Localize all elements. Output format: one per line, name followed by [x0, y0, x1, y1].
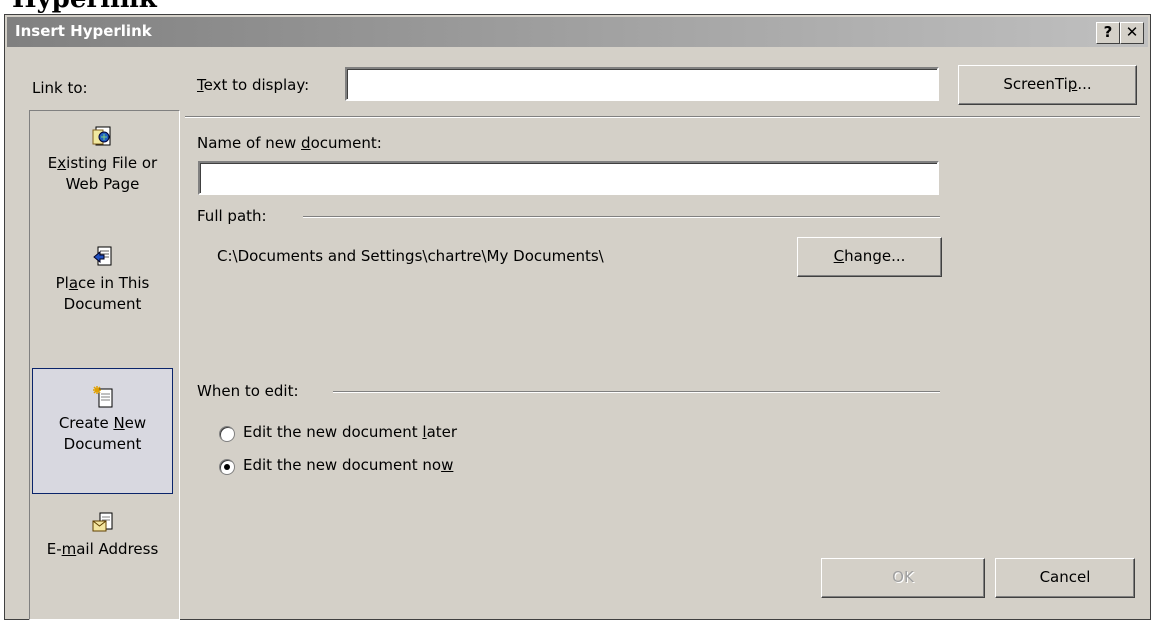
sidebar-item-accesskey: m [61, 540, 77, 558]
when-to-edit-separator [333, 391, 940, 393]
sidebar-item-label: Pl [55, 274, 69, 292]
sidebar-item-label: E [47, 154, 58, 172]
sidebar-item-label: Web Page [65, 175, 140, 193]
edit-later-radio[interactable] [219, 426, 235, 442]
sidebar-item-label: Document [63, 435, 142, 453]
text-to-display-input[interactable] [345, 67, 939, 101]
change-button[interactable]: Change... [797, 237, 942, 277]
window-title: Insert Hyperlink [15, 22, 152, 40]
close-button[interactable]: ✕ [1120, 22, 1144, 44]
email-address-icon [92, 512, 112, 532]
new-document-name-input[interactable] [198, 161, 939, 195]
sidebar-item-email-address[interactable]: E-mail Address [32, 511, 173, 560]
title-bar: Insert Hyperlink ? ✕ [7, 17, 1148, 47]
insert-hyperlink-dialog: Insert Hyperlink ? ✕ Link to: Existing F… [4, 14, 1151, 620]
full-path-label: Full path: [197, 207, 267, 225]
sidebar-item-label: Create [58, 414, 114, 432]
sidebar-item-accesskey: a [68, 274, 79, 292]
link-to-sidebar: Existing File or Web Page Place in This … [29, 110, 180, 620]
sidebar-item-place-in-document[interactable]: Place in This Document [32, 245, 173, 315]
sidebar-item-label: ail Address [76, 540, 159, 558]
edit-now-label[interactable]: Edit the new document now [243, 456, 453, 474]
full-path-separator [303, 216, 940, 218]
sidebar-item-label: Document [63, 295, 142, 313]
sidebar-item-create-new-document[interactable]: Create New Document [32, 368, 173, 494]
sidebar-item-accesskey: N [113, 414, 125, 432]
edit-now-radio[interactable] [219, 459, 235, 475]
sidebar-item-accesskey: x [57, 154, 67, 172]
screentip-button[interactable]: ScreenTip... [958, 65, 1137, 105]
sidebar-item-label: ce in This [78, 274, 150, 292]
sidebar-item-label: E- [46, 540, 62, 558]
new-document-icon [92, 386, 112, 408]
top-separator [185, 116, 1140, 118]
new-document-name-label: Name of new document: [197, 134, 382, 152]
help-button[interactable]: ? [1096, 22, 1120, 44]
sidebar-item-label: ew [124, 414, 147, 432]
place-in-document-icon [92, 246, 111, 266]
cancel-button[interactable]: Cancel [995, 558, 1135, 598]
radio-selected-dot [224, 464, 230, 470]
edit-later-label[interactable]: Edit the new document later [243, 423, 457, 441]
existing-file-web-page-icon [92, 126, 110, 146]
sidebar-item-existing-file[interactable]: Existing File or Web Page [32, 125, 173, 195]
sidebar-item-label: isting File or [66, 154, 158, 172]
link-to-label: Link to: [32, 79, 88, 97]
full-path-value: C:\Documents and Settings\chartre\My Doc… [217, 247, 604, 265]
when-to-edit-label: When to edit: [197, 382, 299, 400]
page-heading: Hyperlink [12, 0, 157, 14]
ok-button[interactable]: OK [821, 558, 985, 598]
text-to-display-label: Text to display: [197, 76, 310, 94]
